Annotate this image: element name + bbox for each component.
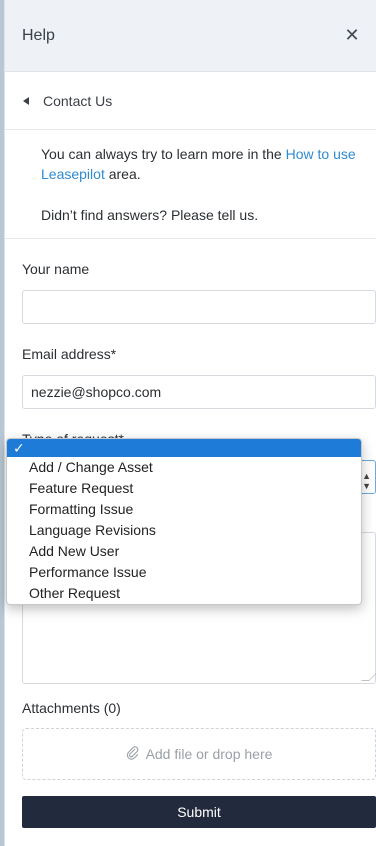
- paperclip-icon: [126, 745, 140, 763]
- dropdown-option[interactable]: Other Request: [7, 583, 361, 604]
- dropdown-option[interactable]: Add New User: [7, 541, 361, 562]
- email-field[interactable]: nezzie@shopco.com: [22, 375, 376, 409]
- caret-left-icon: [23, 96, 29, 105]
- submit-button[interactable]: Submit: [22, 796, 376, 828]
- name-field[interactable]: [22, 290, 376, 324]
- info-line-1: You can always try to learn more in the …: [41, 144, 356, 184]
- email-label: Email address*: [22, 346, 117, 362]
- resize-handle-icon[interactable]: [361, 673, 376, 681]
- dropdown-option[interactable]: Feature Request: [7, 478, 361, 499]
- help-info: You can always try to learn more in the …: [5, 130, 376, 239]
- name-label: Your name: [22, 261, 90, 277]
- panel-header: Help ✕: [5, 0, 376, 72]
- attachments-label: Attachments (0): [22, 700, 121, 716]
- dropdown-option-empty[interactable]: ✓: [7, 439, 361, 457]
- breadcrumb-label: Contact Us: [43, 92, 113, 109]
- panel-title: Help: [22, 26, 55, 44]
- dropdown-option[interactable]: Formatting Issue: [7, 499, 361, 520]
- dropzone-label: Add file or drop here: [145, 746, 273, 762]
- dropdown-option[interactable]: Add / Change Asset: [7, 457, 361, 478]
- info-text: You can always try to learn more in the: [41, 146, 286, 162]
- help-panel: Help ✕ Contact Us You can always try to …: [4, 0, 376, 846]
- info-text-end: area.: [104, 166, 141, 182]
- attachment-dropzone[interactable]: Add file or drop here: [22, 728, 376, 780]
- back-to-contact-us[interactable]: Contact Us: [5, 72, 376, 130]
- dropdown-option[interactable]: Language Revisions: [7, 520, 361, 541]
- dropdown-option[interactable]: Performance Issue: [7, 562, 361, 583]
- chevron-updown-icon: ▲ ▼: [362, 471, 371, 491]
- request-type-dropdown: ✓ Add / Change Asset Feature Request For…: [6, 438, 362, 605]
- close-icon[interactable]: ✕: [342, 25, 362, 46]
- info-line-2: Didn’t find answers? Please tell us.: [41, 207, 259, 223]
